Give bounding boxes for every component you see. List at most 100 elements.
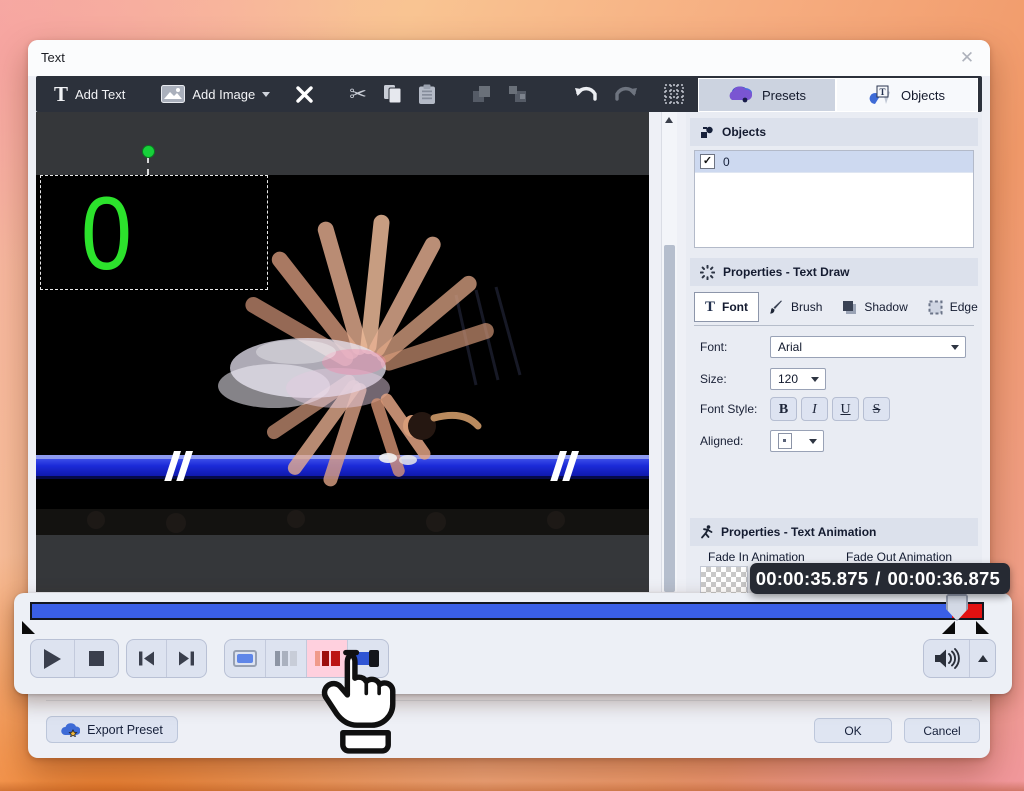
skip-end-button[interactable] [167,640,206,677]
tab-objects[interactable]: T Objects [836,78,978,112]
tab-presets-label: Presets [762,88,806,103]
export-preset-button[interactable]: Export Preset [46,716,178,743]
volume-group [923,639,996,678]
align-center-icon [778,433,792,449]
rotation-handle[interactable] [142,145,155,158]
size-label: Size: [700,372,727,386]
add-text-label: Add Text [75,87,125,102]
desktop-background: Text ✕ T Add Text Add Image [0,0,1024,791]
send-backward-icon [508,85,528,103]
play-button[interactable] [31,640,75,677]
export-preset-label: Export Preset [87,723,163,737]
time-current: 00:00:35.875 [756,568,868,590]
tab-edge[interactable]: Edge [918,292,988,322]
ok-button[interactable]: OK [814,718,892,743]
objects-list[interactable]: ✓ 0 [694,150,974,248]
tab-shadow-label: Shadow [864,300,907,314]
dialog-title: Text [41,50,65,65]
cut-icon: ✂ [349,82,367,107]
loop-region-button[interactable] [225,640,266,677]
send-backward-button[interactable] [500,79,536,109]
bring-forward-button[interactable] [464,79,500,109]
volume-expand-button[interactable] [970,640,995,677]
red-bars-button[interactable] [307,640,348,677]
object-label: 0 [723,155,730,169]
tab-presets[interactable]: Presets [698,78,836,112]
skip-start-button[interactable] [127,640,167,677]
running-person-icon [700,525,713,540]
tab-font[interactable]: T Font [694,292,759,322]
marker-start[interactable] [22,621,35,634]
scrollbar-thumb[interactable] [664,245,675,592]
fade-out-label: Fade Out Animation [846,550,952,564]
end-region-icon [355,650,381,667]
marker-selection-left[interactable] [942,621,955,634]
stop-button[interactable] [75,640,118,677]
copy-button[interactable] [375,79,410,109]
divider [694,325,974,326]
grid-icon [664,84,684,104]
cut-button[interactable]: ✂ [341,79,375,109]
loop-region-icon [233,650,257,667]
tab-font-label: Font [722,300,748,314]
close-icon[interactable]: ✕ [956,47,978,69]
bold-button[interactable]: B [770,397,797,421]
redo-button[interactable] [606,79,646,109]
tab-edge-label: Edge [950,300,978,314]
transport-panel [14,593,1012,694]
text-draw-section-title: Properties - Text Draw [723,265,849,279]
title-bar: Text ✕ [28,40,990,76]
italic-button[interactable]: I [801,397,828,421]
preview-canvas[interactable]: 0 [36,112,649,592]
scroll-up-icon[interactable] [665,117,673,123]
skip-end-icon [178,651,195,666]
add-image-button[interactable]: Add Image [153,79,278,109]
text-object[interactable]: 0 [81,180,132,288]
underline-button[interactable]: U [832,397,859,421]
strikethrough-button[interactable]: S [863,397,890,421]
paste-icon [418,84,436,105]
marker-end[interactable] [976,621,989,634]
volume-button[interactable] [924,640,970,677]
text-object-selection[interactable]: 0 [40,175,268,290]
timeline-track[interactable] [30,602,984,620]
image-icon [161,85,185,103]
tab-shadow[interactable]: Shadow [832,292,917,322]
font-label: Font: [700,340,727,354]
gray-bars-button[interactable] [266,640,307,677]
divider [46,700,972,701]
object-checkbox[interactable]: ✓ [700,154,715,169]
time-display: 00:00:35.875 / 00:00:36.875 [750,563,1010,594]
edge-icon [928,300,943,315]
cancel-button[interactable]: Cancel [904,718,980,743]
red-bars-icon [315,651,340,666]
size-select[interactable]: 120 [770,368,826,390]
preview-scrollbar[interactable] [661,112,677,592]
svg-text:T: T [879,87,885,97]
size-select-value: 120 [778,372,798,386]
add-text-button[interactable]: T Add Text [46,79,133,109]
list-item[interactable]: ✓ 0 [695,151,973,173]
end-region-button[interactable] [348,640,388,677]
undo-button[interactable] [566,79,606,109]
paste-button[interactable] [410,79,444,109]
gray-bars-icon [275,651,297,666]
text-draw-section-header: Properties - Text Draw [690,258,978,286]
fade-in-preview[interactable] [700,566,748,594]
font-style-label: Font Style: [700,402,757,416]
aligned-select[interactable] [770,430,824,452]
tab-brush[interactable]: Brush [759,292,832,322]
delete-object-button[interactable] [288,79,321,109]
gear-icon [700,265,715,280]
redo-icon [614,85,638,103]
chevron-down-icon [951,345,959,350]
play-icon [44,649,61,669]
grid-toggle-button[interactable] [656,79,692,109]
font-select[interactable]: Arial [770,336,966,358]
time-total: 00:00:36.875 [888,568,1000,590]
brush-icon [769,300,784,315]
stop-icon [89,651,104,666]
add-image-label: Add Image [192,87,255,102]
aligned-label: Aligned: [700,434,743,448]
play-stop-group [30,639,119,678]
